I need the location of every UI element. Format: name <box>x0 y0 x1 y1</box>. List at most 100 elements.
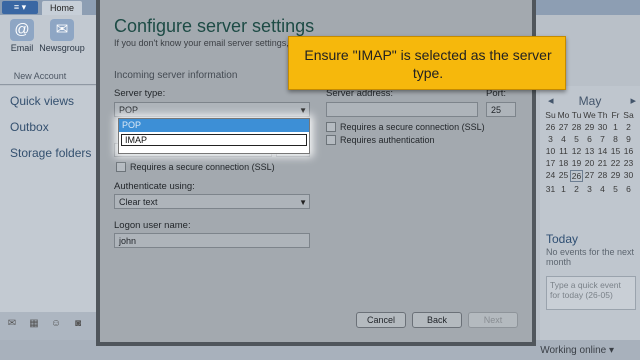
calendar-day[interactable]: 9 <box>622 134 635 144</box>
calendar-day[interactable]: 27 <box>557 122 570 132</box>
secure-connection-label-right: Requires a secure connection (SSL) <box>340 122 485 132</box>
ribbon-group-label: New Account <box>13 71 67 81</box>
calendar-day[interactable]: 17 <box>544 158 557 168</box>
day-header: We <box>583 110 596 120</box>
day-header: Fr <box>611 110 620 120</box>
dialog-subtitle: If you don't know your email server sett… <box>114 38 301 48</box>
calendar-day[interactable]: 26 <box>544 122 557 132</box>
day-header: Mo <box>557 110 570 120</box>
next-button[interactable]: Next <box>468 312 518 328</box>
calendar-grid: Su Mo Tu We Th Fr Sa 26 27 28 29 30 1 2 … <box>544 110 636 194</box>
cancel-button[interactable]: Cancel <box>356 312 406 328</box>
newsgroup-icon: ✉ <box>50 19 74 41</box>
calendar-day[interactable]: 10 <box>544 146 557 156</box>
calendar-day[interactable]: 13 <box>583 146 596 156</box>
server-type-value: POP <box>119 105 139 115</box>
next-month-button[interactable]: ▸ <box>630 94 636 107</box>
day-header: Tu <box>571 110 582 120</box>
calendar-day[interactable]: 1 <box>609 122 622 132</box>
back-button[interactable]: Back <box>412 312 462 328</box>
calendar-day[interactable]: 18 <box>557 158 570 168</box>
calendar-day[interactable]: 27 <box>583 170 596 182</box>
secure-connection-checkbox-left[interactable] <box>116 162 126 172</box>
logon-label: Logon user name: <box>114 220 191 231</box>
server-type-option-imap[interactable]: IMAP <box>121 134 307 146</box>
calendar-day[interactable]: 31 <box>544 184 557 194</box>
authenticate-value: Clear text <box>119 197 158 207</box>
calendar-day[interactable]: 7 <box>596 134 609 144</box>
newsgroup-button-label: Newsgroup <box>39 43 85 53</box>
calendar-day[interactable]: 5 <box>570 134 583 144</box>
tab-home[interactable]: Home <box>42 1 82 15</box>
calendar-day[interactable]: 22 <box>609 158 622 168</box>
calendar-day[interactable]: 28 <box>596 170 609 182</box>
calendar-day[interactable]: 6 <box>622 184 635 194</box>
secure-connection-checkbox-right[interactable] <box>326 122 336 132</box>
email-icon: @ <box>10 19 34 41</box>
logon-input[interactable]: john <box>114 233 310 248</box>
chevron-down-icon: ▼ <box>299 106 307 115</box>
calendar-day[interactable]: 6 <box>583 134 596 144</box>
calendar-day[interactable]: 3 <box>583 184 596 194</box>
calendar-day[interactable]: 29 <box>583 122 596 132</box>
server-type-options-list: POP IMAP <box>118 118 310 154</box>
server-type-option-pop[interactable]: POP <box>119 119 309 132</box>
day-header: Th <box>597 110 608 120</box>
email-button-label: Email <box>10 43 34 53</box>
today-heading: Today <box>546 232 579 246</box>
calendar-day[interactable]: 23 <box>622 158 635 168</box>
server-address-input[interactable] <box>326 102 478 117</box>
calendar-day[interactable]: 3 <box>544 134 557 144</box>
newsgroup-account-button[interactable]: ✉ Newsgroup <box>36 19 88 53</box>
server-type-dropdown[interactable]: POP ▼ <box>114 102 310 117</box>
calendar-day[interactable]: 2 <box>570 184 583 194</box>
calendar-day[interactable]: 1 <box>557 184 570 194</box>
mail-icon[interactable]: ✉ <box>6 318 18 330</box>
nav-item-outbox[interactable]: Outbox <box>10 120 49 134</box>
authenticate-dropdown[interactable]: Clear text ▼ <box>114 194 310 209</box>
chevron-down-icon: ▼ <box>299 198 307 207</box>
requires-auth-checkbox[interactable] <box>326 135 336 145</box>
dialog-title: Configure server settings <box>114 16 315 36</box>
calendar-day[interactable]: 12 <box>570 146 583 156</box>
server-type-label: Server type: <box>114 88 166 99</box>
calendar-day[interactable]: 11 <box>557 146 570 156</box>
calendar-day-today[interactable]: 26 <box>570 170 583 182</box>
calendar-month: May <box>578 94 602 108</box>
calendar-day[interactable]: 15 <box>609 146 622 156</box>
calendar-day[interactable]: 29 <box>609 170 622 182</box>
nav-item-storage-folders[interactable]: Storage folders <box>10 146 91 160</box>
calendar-day[interactable]: 8 <box>609 134 622 144</box>
calendar-day[interactable]: 20 <box>583 158 596 168</box>
nav-item-quick-views[interactable]: Quick views <box>10 94 74 108</box>
port-input[interactable]: 25 <box>486 102 516 117</box>
calendar-day[interactable]: 28 <box>570 122 583 132</box>
authenticate-label: Authenticate using: <box>114 181 195 192</box>
calendar-day[interactable]: 5 <box>609 184 622 194</box>
secure-connection-label-left: Requires a secure connection (SSL) <box>130 162 275 172</box>
calendar-day[interactable]: 16 <box>622 146 635 156</box>
requires-auth-label: Requires authentication <box>340 135 435 145</box>
connection-status[interactable]: Working online ▾ <box>540 345 614 356</box>
calendar-day[interactable]: 4 <box>557 134 570 144</box>
calendar-day[interactable]: 30 <box>622 170 635 182</box>
calendar-day[interactable]: 24 <box>544 170 557 182</box>
incoming-server-header: Incoming server information <box>114 70 238 81</box>
feeds-icon[interactable]: ◙ <box>72 318 84 330</box>
calendar-day[interactable]: 19 <box>570 158 583 168</box>
calendar-day[interactable]: 30 <box>596 122 609 132</box>
instruction-callout: Ensure "IMAP" is selected as the server … <box>288 36 566 90</box>
quick-event-input[interactable]: Type a quick event for today (26-05) <box>546 276 636 310</box>
calendar-day[interactable]: 21 <box>596 158 609 168</box>
app-menu-button[interactable]: ≡ ▾ <box>2 1 38 14</box>
contacts-icon[interactable]: ☺ <box>50 318 62 330</box>
calendar-day[interactable]: 14 <box>596 146 609 156</box>
calendar-day[interactable]: 25 <box>557 170 570 182</box>
calendar-pane: ◂ May ▸ Su Mo Tu We Th Fr Sa 26 27 28 29… <box>540 86 640 340</box>
calendar-day[interactable]: 4 <box>596 184 609 194</box>
ribbon: @ Email ✉ Newsgroup New Account <box>0 15 96 85</box>
today-events-text: No events for the next month <box>546 247 635 267</box>
calendar-day[interactable]: 2 <box>622 122 635 132</box>
module-switcher: ✉ ▦ ☺ ◙ <box>0 312 96 340</box>
calendar-icon[interactable]: ▦ <box>28 318 40 330</box>
